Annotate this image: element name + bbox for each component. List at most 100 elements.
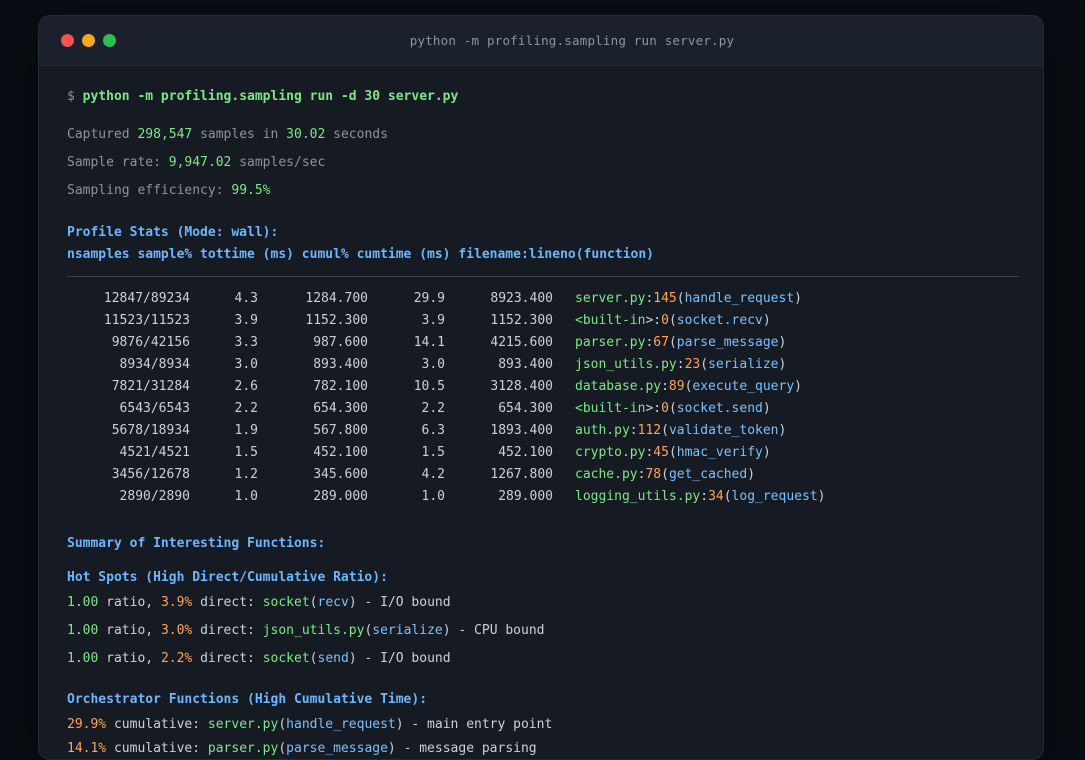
text-segment: 30.02 (286, 127, 326, 142)
text-segment: recv (317, 595, 349, 610)
text-segment: 78 (645, 467, 662, 482)
text-segment: ratio, (98, 623, 161, 638)
cell-function-ref: <built-in>:0(socket.recv) (575, 310, 771, 332)
text-segment: 14.1% (67, 741, 107, 756)
capture-stat-line: Captured 298,547 samples in 30.02 second… (67, 124, 1019, 146)
text-segment: cumulative: (106, 717, 208, 732)
text-segment: 1.00 (67, 623, 99, 638)
table-row: 6543/6543 2.2 654.300 2.2 654.300 <built-in>:… (67, 398, 1019, 420)
terminal-output: $ python -m profiling.sampling run -d 30… (39, 66, 1043, 759)
table-row: 9876/42156 3.3 987.600 14.1 4215.600 parser.p… (67, 332, 1019, 354)
text-segment: Sampling efficiency: (67, 183, 232, 198)
text-segment: 3.0% (160, 623, 193, 638)
cell-nsamples: 6543/6543 (119, 401, 190, 416)
text-segment: python -m profiling.sampling run -d 30 s… (82, 89, 459, 104)
text-segment: ) (762, 445, 771, 460)
text-segment: 112 (637, 423, 662, 438)
cell-tottime_ms: 289.000 (313, 489, 368, 504)
text-segment: 145 (653, 291, 677, 306)
text-segment: 34 (708, 489, 724, 504)
text-segment: cache.py (575, 467, 638, 482)
text-segment: Sample rate: (67, 155, 169, 170)
text-segment: 0 (661, 401, 669, 416)
cell-tottime_ms: 1152.300 (305, 313, 368, 328)
window-title: python -m profiling.sampling run server.… (409, 33, 735, 48)
cell-cumul_pct: 3.9 (421, 313, 445, 328)
text-segment: socket.recv (676, 313, 763, 328)
cell-cumul_pct: 10.5 (413, 379, 445, 394)
text-segment: cumulative: (106, 741, 208, 756)
text-segment: direct: (192, 651, 263, 666)
orchestrators-title: Orchestrator Functions (High Cumulative … (67, 692, 428, 707)
text-segment: ratio, (98, 595, 161, 610)
text-segment: 1.00 (67, 595, 99, 610)
text-segment: ratio, (98, 651, 161, 666)
table-row: 12847/89234 4.3 1284.700 29.9 8923.400 server… (67, 288, 1019, 310)
text-segment: direct: (192, 595, 263, 610)
orchestrator-list: 29.9% cumulative: server.py(handle_reque… (67, 714, 1019, 759)
cell-function-ref: parser.py:67(parse_message) (575, 332, 786, 354)
cell-function-ref: logging_utils.py:34(log_request) (575, 486, 825, 508)
cell-nsamples: 11523/11523 (103, 313, 190, 328)
text-segment: ) (442, 623, 451, 638)
text-segment: validate_token (668, 423, 779, 438)
capture-stat-line: Sampling efficiency: 99.5% (67, 180, 1019, 202)
text-segment: : (661, 379, 669, 394)
cell-nsamples: 4521/4521 (119, 445, 190, 460)
cell-cumtime_ms: 4215.600 (490, 335, 553, 350)
text-segment: handle_request (286, 717, 396, 732)
cell-cumul_pct: 6.3 (421, 423, 445, 438)
text-segment: >: (645, 401, 662, 416)
text-segment: : (676, 357, 685, 372)
cell-sample_pct: 1.9 (234, 423, 258, 438)
capture-stat-line: Sample rate: 9,947.02 samples/sec (67, 152, 1019, 174)
minimize-button[interactable] (82, 34, 95, 47)
cell-nsamples: 2890/2890 (119, 489, 190, 504)
text-segment: 45 (653, 445, 669, 460)
cell-tottime_ms: 987.600 (313, 335, 368, 350)
cell-tottime_ms: 893.400 (313, 357, 368, 372)
text-segment: ) (762, 401, 771, 416)
cell-nsamples: 7821/31284 (111, 379, 190, 394)
text-segment: ( (723, 489, 732, 504)
table-row: 2890/2890 1.0 289.000 1.0 289.000 logging_uti… (67, 486, 1019, 508)
text-segment: 23 (684, 357, 701, 372)
cell-nsamples: 12847/89234 (103, 291, 190, 306)
cell-function-ref: json_utils.py:23(serialize) (575, 354, 786, 376)
close-button[interactable] (61, 34, 74, 47)
cell-sample_pct: 1.0 (234, 489, 258, 504)
cell-cumtime_ms: 1152.300 (490, 313, 553, 328)
command-line: $ python -m profiling.sampling run -d 30… (67, 86, 1019, 108)
orchestrator-line: 14.1% cumulative: parser.py(parse_messag… (67, 738, 1019, 759)
cell-sample_pct: 4.3 (234, 291, 258, 306)
summary-title: Summary of Interesting Functions: (67, 536, 326, 551)
text-segment: 99.5% (231, 183, 271, 198)
cell-nsamples: 9876/42156 (111, 335, 190, 350)
table-row: 5678/18934 1.9 567.800 6.3 1893.400 auth.py:1… (67, 420, 1019, 442)
cell-cumul_pct: 4.2 (421, 467, 445, 482)
text-segment: ( (676, 291, 685, 306)
text-segment: parse_message (286, 741, 388, 756)
zoom-button[interactable] (103, 34, 116, 47)
text-segment: parser.py (575, 335, 646, 350)
cell-tottime_ms: 654.300 (313, 401, 368, 416)
orchestrator-line: 29.9% cumulative: server.py(handle_reque… (67, 714, 1019, 736)
cell-tottime_ms: 1284.700 (305, 291, 368, 306)
cell-cumul_pct: 1.5 (421, 445, 445, 460)
hotspot-list: 1.00 ratio, 3.9% direct: socket(recv) - … (67, 592, 1019, 670)
text-segment: socket (262, 595, 310, 610)
cell-cumtime_ms: 452.100 (498, 445, 553, 460)
hotspot-line: 1.00 ratio, 2.2% direct: socket(send) - … (67, 648, 1019, 670)
table-divider (67, 276, 1019, 277)
text-segment: execute_query (692, 379, 795, 394)
cell-sample_pct: 2.6 (234, 379, 258, 394)
text-segment: ) (387, 741, 396, 756)
table-row: 11523/11523 3.9 1152.300 3.9 1152.300 <built-… (67, 310, 1019, 332)
cell-cumul_pct: 3.0 (421, 357, 445, 372)
text-segment: ( (700, 357, 709, 372)
table-row: 8934/8934 3.0 893.400 3.0 893.400 json_utils.… (67, 354, 1019, 376)
text-segment: ) (794, 291, 802, 306)
profile-table: 12847/89234 4.3 1284.700 29.9 8923.400 server… (67, 288, 1019, 508)
text-segment: json_utils.py (262, 623, 365, 638)
text-segment: get_cached (668, 467, 748, 482)
